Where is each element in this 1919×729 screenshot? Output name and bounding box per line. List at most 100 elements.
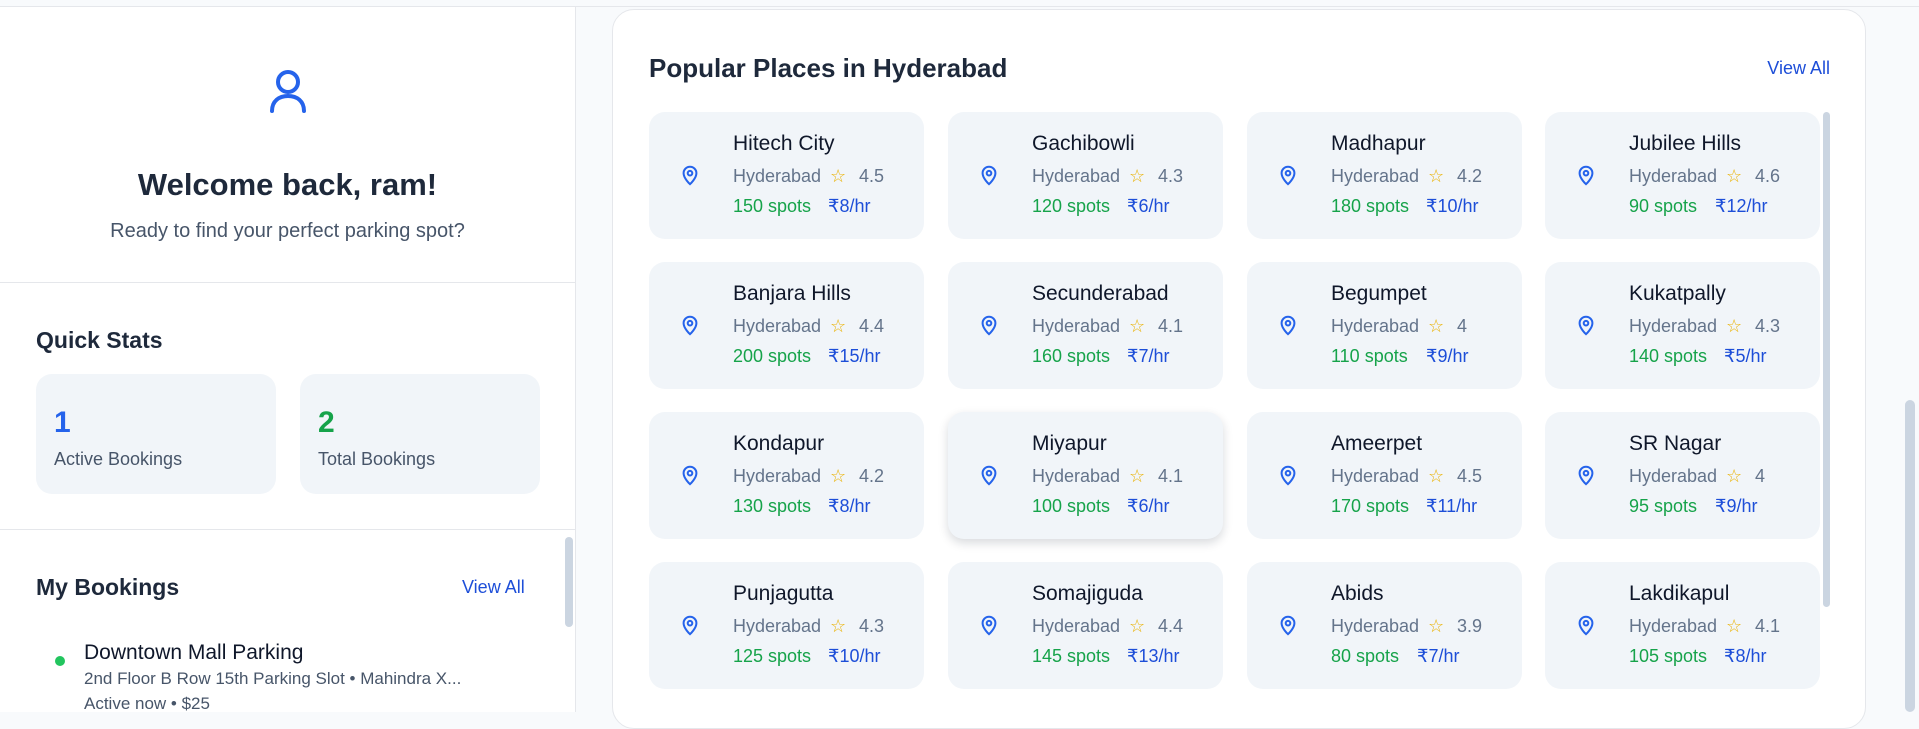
place-price: ₹15/hr bbox=[828, 346, 881, 366]
place-name: Abids bbox=[1331, 582, 1384, 605]
map-pin-icon bbox=[1280, 615, 1296, 636]
place-card[interactable]: Begumpet Hyderabad ☆ 4 110 spots ₹9/hr bbox=[1247, 262, 1522, 389]
places-scrollbar[interactable] bbox=[1823, 112, 1830, 607]
place-spots: 80 spots bbox=[1331, 646, 1400, 666]
star-icon: ☆ bbox=[1428, 466, 1445, 486]
place-card[interactable]: Jubilee Hills Hyderabad ☆ 4.6 90 spots ₹12/hr bbox=[1545, 112, 1820, 239]
map-pin-icon bbox=[981, 465, 997, 486]
bookings-scrollbar[interactable] bbox=[565, 537, 573, 627]
place-card[interactable]: Kondapur Hyderabad ☆ 4.2 130 spots ₹8/hr bbox=[649, 412, 924, 539]
place-card[interactable]: Somajiguda Hyderabad ☆ 4.4 145 spots ₹13/hr bbox=[948, 562, 1223, 689]
place-spots: 100 spots bbox=[1032, 496, 1111, 516]
dashboard-sidebar: Welcome back, ram! Ready to find your pe… bbox=[0, 7, 576, 712]
map-pin-icon bbox=[1280, 315, 1296, 336]
page-scrollbar[interactable] bbox=[1905, 400, 1915, 712]
place-spots: 105 spots bbox=[1629, 646, 1708, 666]
place-price: ₹8/hr bbox=[828, 496, 871, 516]
map-pin-icon bbox=[1280, 465, 1296, 486]
place-rating: 4 bbox=[1755, 466, 1766, 486]
place-card[interactable]: Punjagutta Hyderabad ☆ 4.3 125 spots ₹10/hr bbox=[649, 562, 924, 689]
star-icon: ☆ bbox=[1129, 166, 1146, 186]
place-spots: 200 spots bbox=[733, 346, 812, 366]
place-city: Hyderabad bbox=[733, 316, 822, 336]
star-icon: ☆ bbox=[1726, 316, 1743, 336]
place-card[interactable]: Ameerpet Hyderabad ☆ 4.5 170 spots ₹11/hr bbox=[1247, 412, 1522, 539]
place-price: ₹7/hr bbox=[1127, 346, 1170, 366]
star-icon: ☆ bbox=[1726, 166, 1743, 186]
place-price: ₹8/hr bbox=[1724, 646, 1767, 666]
place-spots: 180 spots bbox=[1331, 196, 1410, 216]
place-city: Hyderabad bbox=[1331, 166, 1420, 186]
star-icon: ☆ bbox=[1726, 466, 1743, 486]
place-card[interactable]: Lakdikapul Hyderabad ☆ 4.1 105 spots ₹8/hr bbox=[1545, 562, 1820, 689]
welcome-section: Welcome back, ram! Ready to find your pe… bbox=[0, 7, 575, 283]
user-icon bbox=[270, 70, 306, 113]
place-rating: 4.5 bbox=[1457, 466, 1483, 486]
place-name: SR Nagar bbox=[1629, 432, 1722, 455]
place-price: ₹9/hr bbox=[1426, 346, 1469, 366]
view-all-bookings-link[interactable]: View All bbox=[462, 577, 525, 598]
place-city: Hyderabad bbox=[1331, 316, 1420, 336]
place-card[interactable]: Madhapur Hyderabad ☆ 4.2 180 spots ₹10/hr bbox=[1247, 112, 1522, 239]
active-status-dot bbox=[55, 656, 65, 666]
place-city: Hyderabad bbox=[1331, 466, 1420, 486]
place-spots: 90 spots bbox=[1629, 196, 1698, 216]
place-rating: 4.3 bbox=[859, 616, 885, 636]
quick-stats-section: Quick Stats 1 Active Bookings 2 Total Bo… bbox=[0, 284, 575, 530]
place-city: Hyderabad bbox=[1629, 616, 1718, 636]
booking-detail: 2nd Floor B Row 15th Parking Slot • Mahi… bbox=[84, 669, 462, 688]
star-icon: ☆ bbox=[1726, 616, 1743, 636]
place-name: Secunderabad bbox=[1032, 282, 1169, 305]
place-card[interactable]: Secunderabad Hyderabad ☆ 4.1 160 spots ₹7/hr bbox=[948, 262, 1223, 389]
place-city: Hyderabad bbox=[733, 166, 822, 186]
place-rating: 4.1 bbox=[1158, 316, 1184, 336]
map-pin-icon bbox=[981, 165, 997, 186]
star-icon: ☆ bbox=[1129, 616, 1146, 636]
place-city: Hyderabad bbox=[1629, 166, 1718, 186]
place-city: Hyderabad bbox=[1032, 166, 1121, 186]
star-icon: ☆ bbox=[1428, 616, 1445, 636]
place-rating: 4.2 bbox=[1457, 166, 1483, 186]
popular-places-panel: Popular Places in Hyderabad View All Hit… bbox=[612, 9, 1866, 729]
place-card[interactable]: SR Nagar Hyderabad ☆ 4 95 spots ₹9/hr bbox=[1545, 412, 1820, 539]
place-city: Hyderabad bbox=[733, 616, 822, 636]
map-pin-icon bbox=[1578, 315, 1594, 336]
place-spots: 125 spots bbox=[733, 646, 812, 666]
map-pin-icon bbox=[682, 315, 698, 336]
place-card[interactable]: Kukatpally Hyderabad ☆ 4.3 140 spots ₹5/hr bbox=[1545, 262, 1820, 389]
welcome-title: Welcome back, ram! bbox=[137, 167, 438, 202]
place-card[interactable]: Gachibowli Hyderabad ☆ 4.3 120 spots ₹6/hr bbox=[948, 112, 1223, 239]
place-name: Banjara Hills bbox=[733, 282, 851, 305]
total-bookings-card: 2 Total Bookings bbox=[300, 374, 540, 494]
place-name: Kukatpally bbox=[1629, 282, 1726, 305]
place-name: Madhapur bbox=[1331, 132, 1426, 155]
place-city: Hyderabad bbox=[1629, 466, 1718, 486]
map-pin-icon bbox=[1578, 465, 1594, 486]
place-name: Kondapur bbox=[733, 432, 825, 455]
place-rating: 4.6 bbox=[1755, 166, 1781, 186]
welcome-subtitle: Ready to find your perfect parking spot? bbox=[110, 220, 465, 242]
place-spots: 120 spots bbox=[1032, 196, 1111, 216]
quick-stats-title: Quick Stats bbox=[36, 327, 163, 353]
place-rating: 4.3 bbox=[1158, 166, 1184, 186]
place-city: Hyderabad bbox=[1032, 616, 1121, 636]
place-card[interactable]: Miyapur Hyderabad ☆ 4.1 100 spots ₹6/hr bbox=[948, 412, 1223, 539]
place-name: Miyapur bbox=[1032, 432, 1107, 455]
place-card[interactable]: Hitech City Hyderabad ☆ 4.5 150 spots ₹8/hr bbox=[649, 112, 924, 239]
place-card[interactable]: Abids Hyderabad ☆ 3.9 80 spots ₹7/hr bbox=[1247, 562, 1522, 689]
place-price: ₹10/hr bbox=[828, 646, 881, 666]
star-icon: ☆ bbox=[1428, 316, 1445, 336]
place-price: ₹5/hr bbox=[1724, 346, 1767, 366]
place-card[interactable]: Banjara Hills Hyderabad ☆ 4.4 200 spots ₹15/h… bbox=[649, 262, 924, 389]
my-bookings-title: My Bookings bbox=[36, 574, 180, 600]
place-price: ₹12/hr bbox=[1715, 196, 1768, 216]
map-pin-icon bbox=[682, 465, 698, 486]
active-bookings-card: 1 Active Bookings bbox=[36, 374, 276, 494]
place-price: ₹10/hr bbox=[1426, 196, 1479, 216]
place-city: Hyderabad bbox=[1032, 316, 1121, 336]
active-bookings-label: Active Bookings bbox=[54, 449, 183, 469]
place-city: Hyderabad bbox=[1032, 466, 1121, 486]
map-pin-icon bbox=[1578, 165, 1594, 186]
view-all-places-link[interactable]: View All bbox=[1767, 58, 1830, 79]
map-pin-icon bbox=[1578, 615, 1594, 636]
